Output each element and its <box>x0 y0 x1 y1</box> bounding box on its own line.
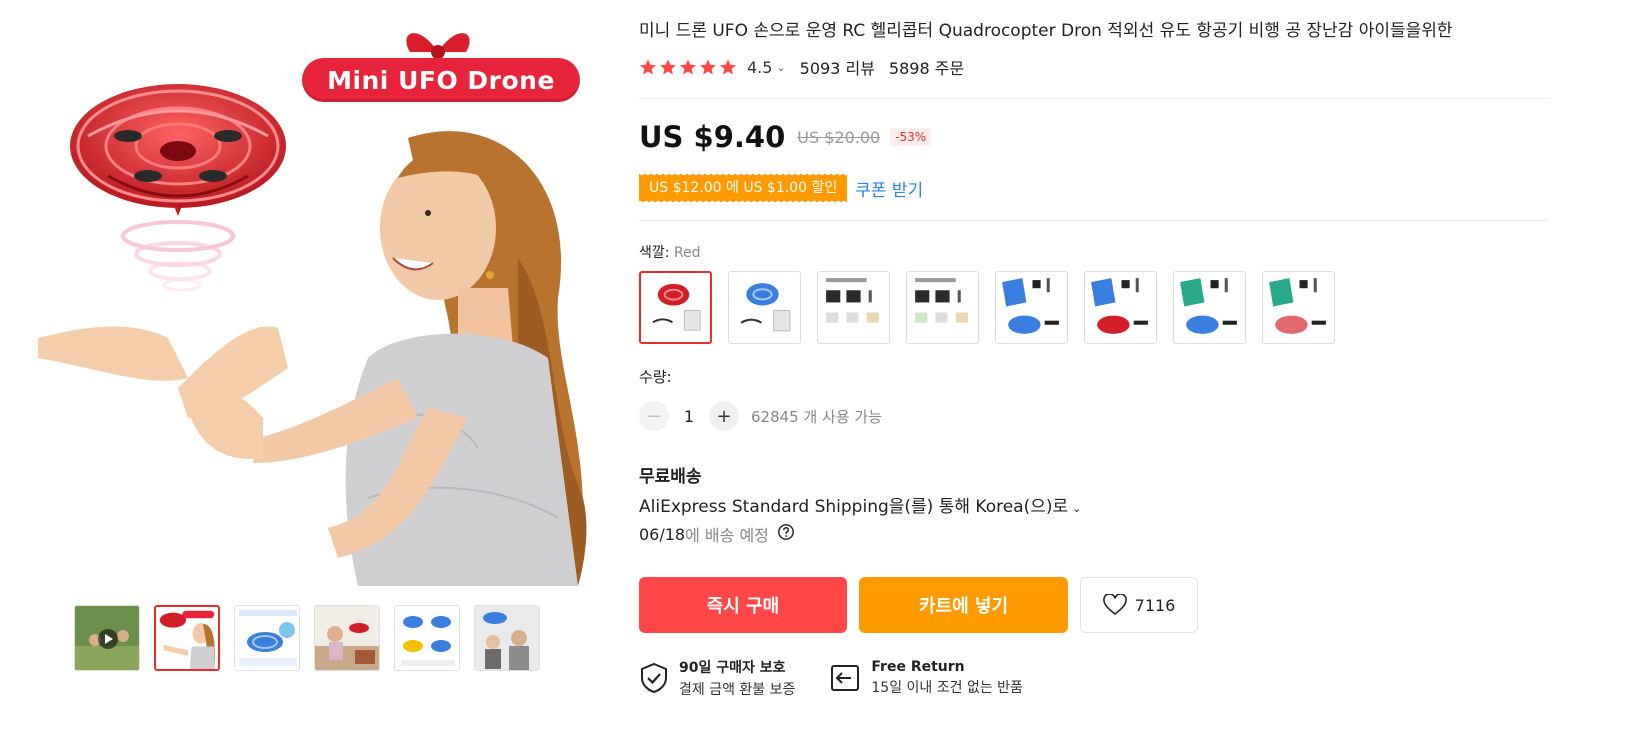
quantity-label: 수량: <box>639 368 672 386</box>
red-drone-swatch-image <box>652 283 701 331</box>
stock-available: 62845 개 사용 가능 <box>751 407 883 426</box>
buyer-protection-sub: 결제 금액 환불 보증 <box>679 682 796 698</box>
free-return-sub: 15일 이내 조건 없는 반품 <box>871 680 1023 696</box>
thumbnail-diagram[interactable] <box>394 605 460 671</box>
color-label-text: 색깔: <box>639 245 670 261</box>
heart-icon <box>1102 594 1127 616</box>
thumbnail-girl-drone[interactable] <box>154 605 220 671</box>
get-coupon-link[interactable]: 쿠폰 받기 <box>855 176 923 201</box>
swatch-red-set[interactable] <box>1084 271 1157 344</box>
quantity-plus-button[interactable]: + <box>709 401 739 431</box>
coupon-tag[interactable]: US $12.00 에 US $1.00 할인 <box>639 173 848 202</box>
buyer-protection-title: 90일 구매자 보호 <box>679 660 786 676</box>
thumbnail-blue-drone[interactable] <box>234 605 300 671</box>
price-row: US $9.40 US $20.00 -53% <box>639 120 932 154</box>
rating-value[interactable]: 4.5 <box>747 58 772 77</box>
quantity-minus-button[interactable]: − <box>639 401 669 431</box>
return-icon <box>831 665 860 691</box>
star-icon <box>660 59 676 75</box>
current-price: US $9.40 <box>639 120 786 154</box>
room-thumb-image <box>315 606 379 670</box>
thumbnail-room[interactable] <box>314 605 380 671</box>
star-icon <box>700 59 716 75</box>
swatch-blue-set[interactable] <box>995 271 1068 344</box>
thumbnail-family[interactable] <box>474 605 540 671</box>
delivery-estimate: 06/18 에 배송 예정 <box>639 522 795 546</box>
red-set-swatch-image <box>1091 278 1148 334</box>
quantity-stepper: − 1 + 62845 개 사용 가능 <box>639 401 882 431</box>
divider <box>639 98 1549 99</box>
blue-set-swatch-image <box>1002 278 1059 334</box>
rating-row: 4.5 ⌄ 5093 리뷰 5898 주문 <box>639 55 964 79</box>
swatch-red-drone[interactable] <box>639 271 712 344</box>
delivery-date: 06/18 <box>639 524 686 544</box>
swatch-packing-list-1[interactable] <box>817 271 890 344</box>
color-swatches <box>639 271 1335 344</box>
action-buttons: 즉시 구매 카트에 넣기 7116 <box>639 577 1198 633</box>
chevron-down-icon: ⌄ <box>1072 502 1082 515</box>
diagram-thumb-image <box>395 606 459 670</box>
promo-banner: Mini UFO Drone <box>302 58 580 102</box>
packing-list-swatch-image <box>826 278 879 323</box>
video-thumb-image <box>75 606 139 670</box>
swatch-blue-drone[interactable] <box>728 271 801 344</box>
swatch-packing-list-2[interactable] <box>906 271 979 344</box>
buy-now-button[interactable]: 즉시 구매 <box>639 577 847 633</box>
girl-image <box>38 131 587 586</box>
add-to-cart-button[interactable]: 카트에 넣기 <box>859 577 1068 633</box>
shield-check-icon <box>641 662 667 694</box>
wishlist-button[interactable]: 7116 <box>1080 577 1198 633</box>
family-thumb-image <box>475 606 539 670</box>
rating-stars <box>639 58 737 76</box>
coupon-row: US $12.00 에 US $1.00 할인 쿠폰 받기 <box>639 173 923 202</box>
girl-thumb-image <box>156 607 218 669</box>
product-title: 미니 드론 UFO 손으로 운영 RC 헬리콥터 Quadrocopter Dr… <box>639 21 1453 41</box>
shipping-method-text: AliExpress Standard Shipping을(를) 통해 Kore… <box>639 497 1069 517</box>
packing-list-swatch-image-2 <box>915 278 968 323</box>
order-count: 5898 주문 <box>888 59 965 78</box>
free-return[interactable]: Free Return 15일 이내 조건 없는 반품 <box>829 657 1023 699</box>
swatch-blue-set-2[interactable] <box>1173 271 1246 344</box>
review-count[interactable]: 5093 리뷰 <box>800 55 875 79</box>
free-return-title: Free Return <box>871 659 965 675</box>
guarantees: 90일 구매자 보호 결제 금액 환불 보증 Free Return 15일 이… <box>639 657 1023 699</box>
blue-set-swatch-image-2 <box>1180 278 1237 334</box>
blue-drone-swatch-image <box>740 283 791 332</box>
red-set-swatch-image-2 <box>1269 278 1326 334</box>
original-price: US $20.00 <box>797 127 881 147</box>
thumbnail-video[interactable] <box>74 605 140 671</box>
shipping-method[interactable]: AliExpress Standard Shipping을(를) 통해 Kore… <box>639 492 1081 517</box>
blue-drone-thumb-image <box>235 606 299 670</box>
divider <box>639 220 1549 221</box>
free-shipping-title: 무료배송 <box>639 467 702 487</box>
color-value: Red <box>673 245 701 261</box>
buyer-protection[interactable]: 90일 구매자 보호 결제 금액 환불 보증 <box>639 657 795 699</box>
swatch-red-set-2[interactable] <box>1262 271 1335 344</box>
delivery-text: 에 배송 예정 <box>685 526 769 545</box>
help-icon[interactable] <box>777 523 795 545</box>
color-label: 색깔: Red <box>639 242 701 262</box>
wishlist-count: 7116 <box>1134 595 1176 615</box>
star-icon <box>720 59 736 75</box>
main-product-image[interactable]: Mini UFO Drone <box>38 18 600 586</box>
discount-badge: -53% <box>890 128 932 146</box>
star-icon <box>640 59 656 75</box>
quantity-input[interactable]: 1 <box>669 407 709 426</box>
chevron-down-icon[interactable]: ⌄ <box>776 61 785 74</box>
thumbnail-strip <box>74 605 540 671</box>
star-icon <box>680 59 696 75</box>
